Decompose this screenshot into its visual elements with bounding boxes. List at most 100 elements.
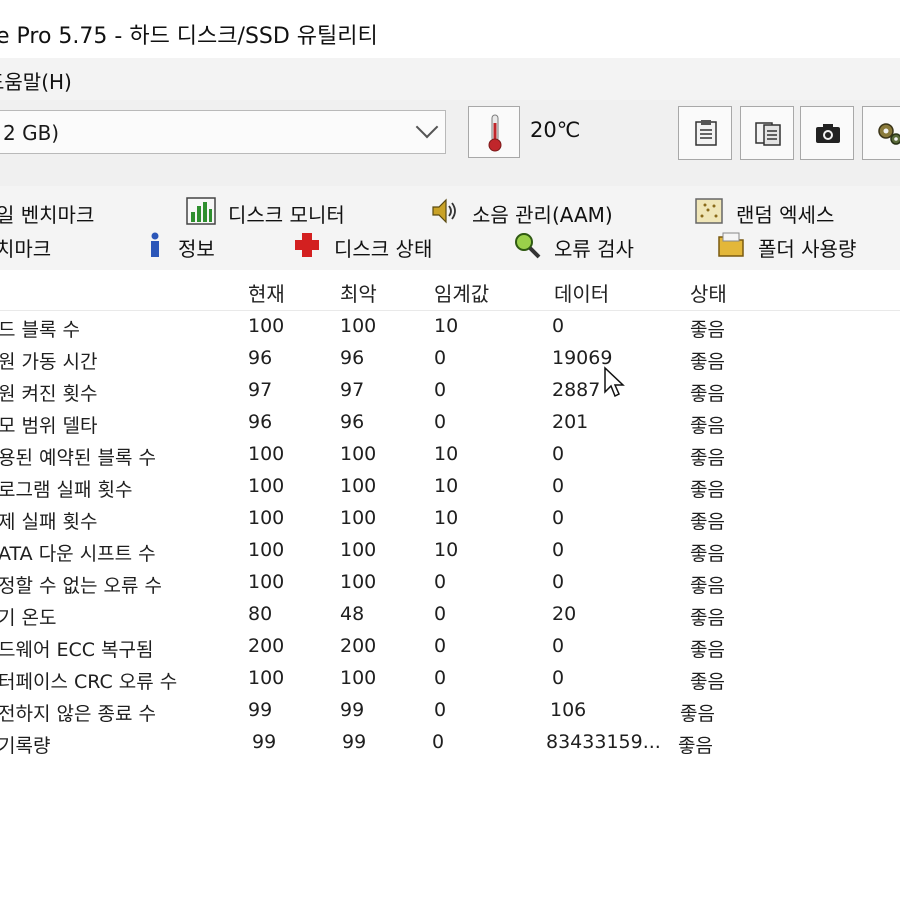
table-row[interactable]: 전하지 않은 종료 수 99 99 0 106 좋음: [0, 695, 900, 725]
tab-label: 일 벤치마크: [0, 203, 95, 227]
clipboard-text-icon: [695, 120, 717, 146]
attribute-cell: 용된 예약된 블록 수: [0, 447, 156, 469]
data-cell: 2887: [552, 379, 601, 401]
worst-cell: 100: [340, 667, 377, 689]
status-cell: 좋음: [690, 511, 725, 533]
data-cell: 19069: [552, 347, 613, 369]
table-row[interactable]: 원 켜진 횟수 97 97 0 2887 좋음: [0, 375, 900, 405]
tab-label: 소음 관리(AAM): [472, 203, 613, 227]
temperature-button[interactable]: [468, 106, 520, 158]
table-row[interactable]: 터페이스 CRC 오류 수 100 100 0 0 좋음: [0, 663, 900, 693]
table-row[interactable]: ATA 다운 시프트 수 100 100 10 0 좋음: [0, 535, 900, 565]
table-row[interactable]: 드웨어 ECC 복구됨 200 200 0 0 좋음: [0, 631, 900, 661]
table-row[interactable]: 용된 예약된 블록 수 100 100 10 0 좋음: [0, 439, 900, 469]
status-cell: 좋음: [690, 479, 725, 501]
tab-label: 오류 검사: [554, 237, 634, 261]
table-row[interactable]: 로그램 실패 횟수 100 100 10 0 좋음: [0, 471, 900, 501]
tab-file-benchmark[interactable]: 일 벤치마크: [0, 196, 140, 227]
status-cell: 좋음: [690, 383, 725, 405]
chevron-down-icon: [415, 115, 439, 139]
data-cell: 0: [552, 635, 565, 657]
tab-label: 디스크 모니터: [228, 203, 345, 227]
health-cross-icon: [295, 233, 319, 257]
data-cell: 0: [552, 475, 565, 497]
current-cell: 80: [248, 603, 273, 625]
copy-text-button[interactable]: [678, 106, 732, 160]
worst-cell: 99: [340, 699, 365, 721]
copy-all-button[interactable]: [740, 106, 794, 160]
threshold-cell: 10: [434, 443, 459, 465]
worst-cell: 200: [340, 635, 377, 657]
attribute-cell: 드 블록 수: [0, 319, 80, 341]
menu-bar: 도움말(H): [0, 58, 900, 101]
tab-folder-usage[interactable]: 폴더 사용량: [716, 230, 896, 261]
worst-cell: 100: [340, 539, 377, 561]
status-cell: 좋음: [690, 447, 725, 469]
column-header-current[interactable]: 현재: [248, 278, 285, 307]
menu-item-help[interactable]: 도움말(H): [0, 66, 72, 95]
table-row[interactable]: 원 가동 시간 96 96 0 19069 좋음: [0, 343, 900, 373]
column-header-status[interactable]: 상태: [690, 278, 727, 307]
threshold-cell: 0: [434, 347, 447, 369]
worst-cell: 100: [340, 443, 377, 465]
threshold-cell: 0: [434, 699, 447, 721]
attribute-cell: 드웨어 ECC 복구됨: [0, 639, 154, 661]
data-cell: 20: [552, 603, 577, 625]
threshold-cell: 0: [434, 635, 447, 657]
current-cell: 96: [248, 347, 273, 369]
status-cell: 좋음: [690, 415, 725, 437]
status-cell: 좋음: [680, 703, 715, 725]
current-cell: 200: [248, 635, 285, 657]
current-cell: 100: [248, 571, 285, 593]
table-row[interactable]: 기 온도 80 48 0 20 좋음: [0, 599, 900, 629]
worst-cell: 96: [340, 411, 365, 433]
current-cell: 100: [248, 507, 285, 529]
status-cell: 좋음: [690, 671, 725, 693]
tab-noise-management[interactable]: 소음 관리(AAM): [430, 196, 630, 227]
current-cell: 99: [252, 731, 277, 753]
tab-benchmark[interactable]: 치마크: [0, 230, 120, 261]
current-cell: 100: [248, 539, 285, 561]
attribute-cell: 기록량: [0, 735, 51, 757]
worst-cell: 97: [340, 379, 365, 401]
speaker-icon: [432, 198, 456, 224]
screenshot-button[interactable]: [800, 106, 854, 160]
tab-info[interactable]: 정보: [140, 230, 260, 261]
tab-error-scan[interactable]: 오류 검사: [512, 230, 672, 261]
table-row[interactable]: 제 실패 횟수 100 100 10 0 좋음: [0, 503, 900, 533]
attribute-cell: 제 실패 횟수: [0, 511, 98, 533]
column-header-worst[interactable]: 최악: [340, 278, 377, 307]
data-cell: 106: [550, 699, 587, 721]
attribute-cell: 원 가동 시간: [0, 351, 98, 373]
table-row[interactable]: 드 블록 수 100 100 10 0 좋음: [0, 311, 900, 341]
thermometer-icon: [488, 114, 502, 152]
data-cell: 0: [552, 507, 565, 529]
table-row[interactable]: 기록량 99 99 0 83433159... 좋음: [0, 727, 900, 757]
title-bar: e Pro 5.75 - 하드 디스크/SSD 유틸리티: [0, 0, 900, 59]
worst-cell: 100: [340, 315, 377, 337]
column-header-data[interactable]: 데이터: [554, 278, 609, 307]
attribute-cell: ATA 다운 시프트 수: [0, 543, 156, 565]
data-cell: 0: [552, 443, 565, 465]
current-cell: 100: [248, 475, 285, 497]
tab-random-access[interactable]: 랜덤 엑세스: [694, 196, 894, 227]
tabs-area: 일 벤치마크 디스크 모니터 소음 관리(AAM) 랜덤 엑세스 치마크 정보 …: [0, 186, 900, 271]
data-cell: 201: [552, 411, 589, 433]
table-row[interactable]: 모 범위 델타 96 96 0 201 좋음: [0, 407, 900, 437]
current-cell: 96: [248, 411, 273, 433]
bar-chart-icon: [186, 197, 216, 225]
table-row[interactable]: 정할 수 없는 오류 수 100 100 0 0 좋음: [0, 567, 900, 597]
drive-select[interactable]: 2 GB): [0, 110, 446, 154]
tab-disk-health[interactable]: 디스크 상태: [292, 230, 472, 261]
worst-cell: 96: [340, 347, 365, 369]
data-cell: 0: [552, 315, 565, 337]
status-cell: 좋음: [690, 607, 725, 629]
threshold-cell: 0: [432, 731, 445, 753]
column-header-threshold[interactable]: 임계값: [434, 278, 489, 307]
drive-select-value: 2 GB): [3, 121, 60, 145]
status-cell: 좋음: [690, 575, 725, 597]
status-cell: 좋음: [690, 319, 725, 341]
tab-disk-monitor[interactable]: 디스크 모니터: [186, 196, 376, 227]
camera-icon: [816, 124, 840, 143]
options-button[interactable]: [862, 106, 900, 160]
